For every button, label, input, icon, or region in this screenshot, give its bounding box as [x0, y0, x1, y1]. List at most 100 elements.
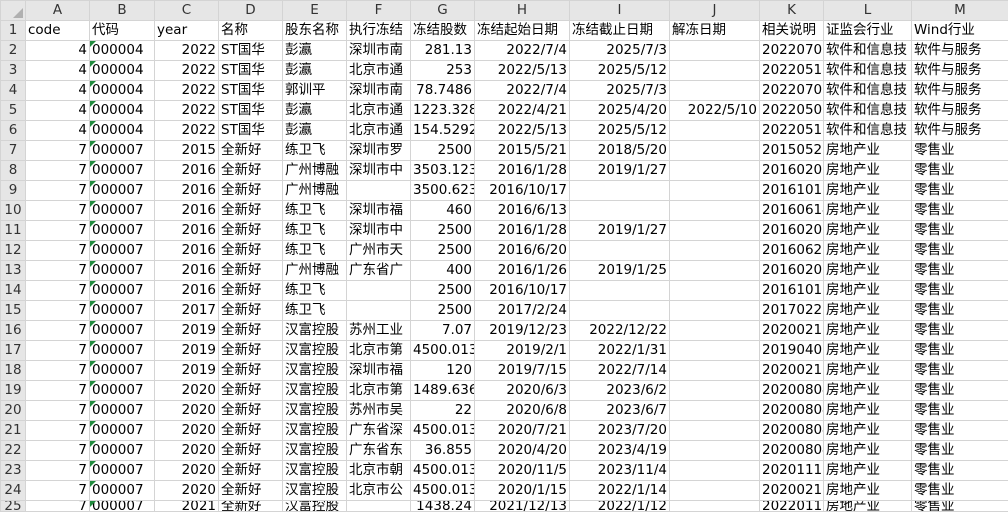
cell[interactable]: 房地产业 [823, 420, 912, 441]
cell[interactable]: 2022 [154, 100, 219, 121]
cell[interactable]: 彭瀛 [282, 120, 347, 141]
cell[interactable]: 零售业 [911, 360, 1008, 381]
cell[interactable] [669, 60, 760, 81]
cell[interactable] [669, 40, 760, 61]
cell[interactable]: 000007 [89, 160, 155, 181]
cell[interactable]: 2022/4/21 [474, 100, 570, 121]
cell[interactable]: 2022 [154, 80, 219, 101]
cell[interactable]: 2020 [154, 400, 219, 421]
cell[interactable] [669, 120, 760, 141]
cell[interactable]: 20220507: [759, 100, 824, 121]
cell[interactable]: 广州博融 [282, 260, 347, 281]
cell[interactable]: 2017 [154, 300, 219, 321]
cell[interactable]: 解冻日期 [669, 20, 760, 41]
column-header-e[interactable]: E [282, 0, 347, 21]
column-header-b[interactable]: B [89, 0, 155, 21]
row-header[interactable]: 13 [0, 260, 26, 281]
cell[interactable]: 2022/1/14 [569, 480, 670, 501]
cell[interactable]: 北京市第 [346, 340, 411, 361]
cell[interactable]: 2025/5/12 [569, 120, 670, 141]
cell[interactable] [346, 280, 411, 301]
row-header[interactable]: 4 [0, 80, 26, 101]
cell[interactable]: 7 [25, 460, 90, 481]
cell[interactable]: 零售业 [911, 460, 1008, 481]
cell[interactable]: 房地产业 [823, 160, 912, 181]
cell[interactable] [669, 380, 760, 401]
cell[interactable]: 000007 [89, 460, 155, 481]
cell[interactable]: 000004 [89, 120, 155, 141]
cell[interactable]: 7 [25, 320, 90, 341]
cell[interactable]: 20220112: [759, 500, 824, 512]
cell[interactable]: 78.7486 [410, 80, 475, 101]
cell[interactable]: 2016 [154, 260, 219, 281]
cell[interactable]: 20161018: [759, 180, 824, 201]
cell[interactable]: 2500 [410, 240, 475, 261]
cell[interactable] [569, 280, 670, 301]
cell[interactable]: 2020/7/21 [474, 420, 570, 441]
cell[interactable]: 汉富控股 [282, 320, 347, 341]
cell[interactable]: 20160202: [759, 160, 824, 181]
row-header[interactable]: 3 [0, 60, 26, 81]
cell[interactable]: 深圳市南 [346, 80, 411, 101]
row-header[interactable]: 7 [0, 140, 26, 161]
cell[interactable] [669, 220, 760, 241]
cell[interactable]: 2022/5/13 [474, 60, 570, 81]
cell[interactable]: 彭瀛 [282, 40, 347, 61]
cell[interactable]: 汉富控股 [282, 340, 347, 361]
cell[interactable]: 2016 [154, 160, 219, 181]
cell[interactable]: Wind行业 [911, 20, 1008, 41]
cell[interactable]: 代码 [89, 20, 155, 41]
cell[interactable]: ST国华 [218, 60, 283, 81]
cell[interactable]: 零售业 [911, 160, 1008, 181]
cell[interactable]: 证监会行业 [823, 20, 912, 41]
cell[interactable]: 4500.013 [410, 480, 475, 501]
cell[interactable]: 软件与服务 [911, 80, 1008, 101]
cell[interactable]: 2020 [154, 460, 219, 481]
cell[interactable]: 软件和信息技 [823, 80, 912, 101]
cell[interactable]: 北京市公 [346, 480, 411, 501]
cell[interactable]: 广州博融 [282, 160, 347, 181]
cell[interactable]: 汉富控股 [282, 380, 347, 401]
cell[interactable]: 北京市通 [346, 120, 411, 141]
cell[interactable]: 软件与服务 [911, 60, 1008, 81]
cell[interactable]: 120 [410, 360, 475, 381]
cell[interactable]: 20170225: [759, 300, 824, 321]
cell[interactable]: 20220518: [759, 60, 824, 81]
cell[interactable]: 房地产业 [823, 340, 912, 361]
cell[interactable]: 400 [410, 260, 475, 281]
cell[interactable]: 1223.328 [410, 100, 475, 121]
cell[interactable]: 000007 [89, 180, 155, 201]
cell[interactable]: year [154, 20, 219, 41]
cell[interactable]: 000007 [89, 440, 155, 461]
cell[interactable]: 软件和信息技 [823, 100, 912, 121]
cell[interactable]: 4 [25, 100, 90, 121]
select-all-corner[interactable] [0, 0, 26, 21]
cell[interactable]: 零售业 [911, 300, 1008, 321]
cell[interactable]: 房地产业 [823, 300, 912, 321]
cell[interactable]: 2022/1/31 [569, 340, 670, 361]
cell[interactable]: 零售业 [911, 440, 1008, 461]
column-header-k[interactable]: K [759, 0, 824, 21]
cell[interactable]: 房地产业 [823, 320, 912, 341]
cell[interactable] [669, 420, 760, 441]
cell[interactable]: 零售业 [911, 380, 1008, 401]
cell[interactable]: 2016/1/28 [474, 160, 570, 181]
cell[interactable]: 000007 [89, 140, 155, 161]
cell[interactable]: 281.13 [410, 40, 475, 61]
cell[interactable]: 全新好 [218, 420, 283, 441]
cell[interactable] [569, 200, 670, 221]
cell[interactable]: 20160621: [759, 240, 824, 261]
cell[interactable]: 7 [25, 140, 90, 161]
cell[interactable]: 练卫飞 [282, 300, 347, 321]
cell[interactable]: 22 [410, 400, 475, 421]
cell[interactable] [669, 260, 760, 281]
cell[interactable]: 练卫飞 [282, 240, 347, 261]
cell[interactable]: 深圳市中 [346, 160, 411, 181]
cell[interactable]: 全新好 [218, 300, 283, 321]
cell[interactable]: 郭训平 [282, 80, 347, 101]
cell[interactable]: 全新好 [218, 200, 283, 221]
cell[interactable]: 2500 [410, 280, 475, 301]
cell[interactable]: 7 [25, 260, 90, 281]
cell[interactable] [669, 340, 760, 361]
cell[interactable]: 深圳市南 [346, 40, 411, 61]
